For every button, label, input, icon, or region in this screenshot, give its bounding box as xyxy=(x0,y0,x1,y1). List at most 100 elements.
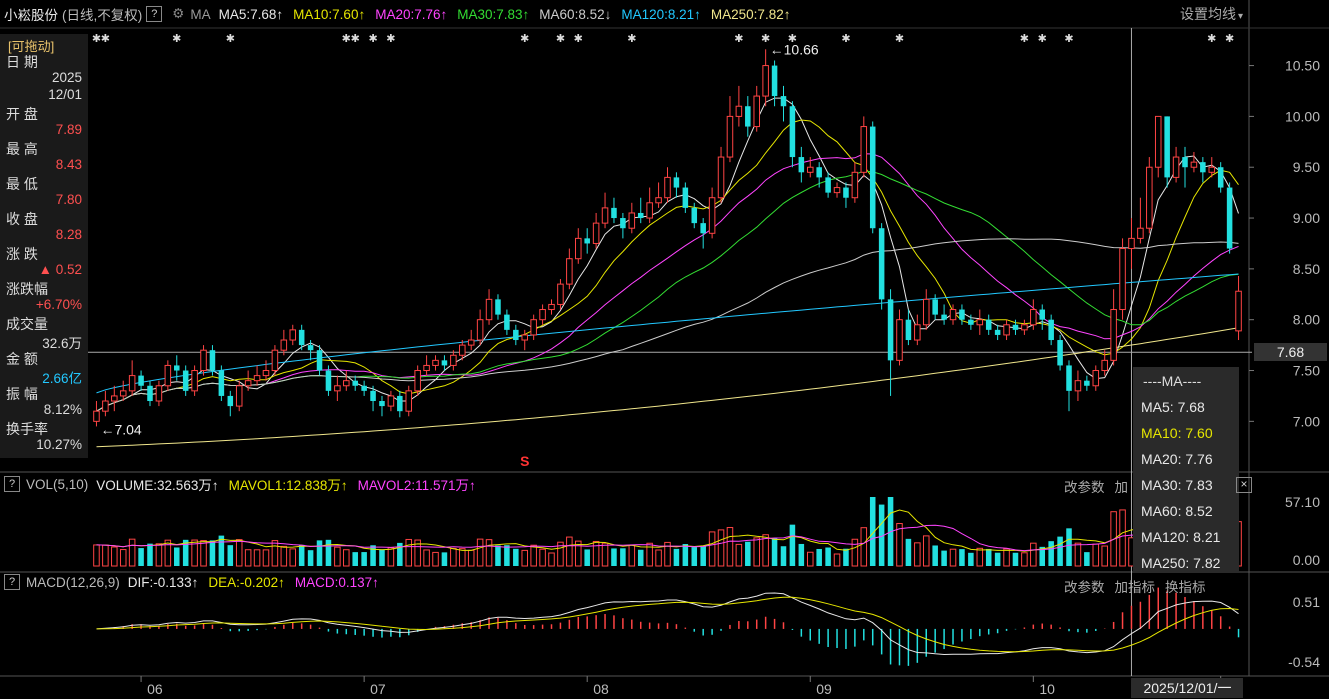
candle-body xyxy=(860,126,868,173)
volume-layer xyxy=(93,497,1242,567)
candle-body xyxy=(601,207,609,224)
macd-switch-button[interactable]: 换指标 xyxy=(1165,576,1206,596)
macd-help-button[interactable]: ? xyxy=(4,574,20,590)
candle-body xyxy=(753,95,760,128)
candle-body xyxy=(289,329,297,341)
volume-bar xyxy=(521,549,529,567)
ma-popup-row: MA10: 7.60 xyxy=(1141,425,1213,441)
volume-bar xyxy=(352,552,358,566)
candle-body xyxy=(102,400,109,412)
candle-body xyxy=(513,329,519,341)
volume-bar xyxy=(851,538,859,567)
candle-body xyxy=(147,385,153,402)
candle-body xyxy=(1119,248,1126,311)
candle-body xyxy=(244,380,252,387)
volume-buttons: 改参数 加 xyxy=(1064,476,1128,496)
vol-legend-item: MAVOL1:12.838万↑ xyxy=(228,478,348,493)
candle-body xyxy=(504,314,510,330)
candle-body xyxy=(1235,290,1242,332)
volume-close-button[interactable]: × xyxy=(1236,477,1252,493)
volume-bar xyxy=(914,542,921,567)
macd-axis-label: -0.54 xyxy=(1288,654,1320,670)
volume-bar xyxy=(620,548,626,566)
signal-star: ✱ xyxy=(574,33,583,45)
candle-body xyxy=(467,339,475,346)
candle-body xyxy=(111,395,118,402)
candle-body xyxy=(1146,166,1153,229)
turnover-value: 10.27% xyxy=(36,437,82,452)
candle-body xyxy=(397,395,403,412)
signal-star: ✱ xyxy=(1207,33,1216,45)
price-axis-label: 7.00 xyxy=(1293,413,1320,429)
candle-body xyxy=(620,218,626,229)
candle-body xyxy=(914,324,921,341)
candle-body xyxy=(119,390,127,397)
candle-body xyxy=(896,319,903,361)
candle-body xyxy=(1057,340,1063,366)
low-value: 7.80 xyxy=(55,192,82,207)
volume-bar xyxy=(485,539,493,567)
macd-add-button[interactable]: 加指标 xyxy=(1115,576,1156,596)
vol-legend-item: MAVOL2:11.571万↑ xyxy=(357,478,476,493)
high-value: 8.43 xyxy=(55,157,82,172)
volume-bar xyxy=(530,544,537,567)
volume-bar xyxy=(450,547,457,567)
candle-body xyxy=(414,370,421,392)
volume-bar xyxy=(941,550,947,566)
volume-legend-items: VOLUME:32.563万↑ MAVOL1:12.838万↑ MAVOL2:11.… xyxy=(96,474,485,494)
macd-params-button[interactable]: 改参数 xyxy=(1064,576,1105,596)
ma-popup-title: ----MA---- xyxy=(1143,373,1202,389)
volume-bar xyxy=(539,548,546,567)
volume-bar xyxy=(235,539,243,567)
volume-bar xyxy=(753,537,760,567)
sell-signal-marker: S xyxy=(520,453,529,469)
volume-bar xyxy=(1066,528,1072,566)
volume-bar xyxy=(387,547,395,567)
candle-body xyxy=(789,106,796,158)
volume-bar xyxy=(370,545,376,566)
volume-bar xyxy=(138,548,144,566)
candle-body xyxy=(209,350,216,371)
candle-body xyxy=(485,298,493,321)
candle-body xyxy=(423,364,430,372)
candle-body xyxy=(325,370,332,391)
volume-params-button[interactable]: 改参数 xyxy=(1064,476,1105,496)
volume-add-button[interactable]: 加 xyxy=(1115,476,1129,496)
info-panel[interactable]: [可拖动] 日 期 2025 12/01 开 盘 7.89 最 高 8.43 最… xyxy=(0,34,88,458)
amount-value: 2.66亿 xyxy=(42,371,82,386)
macd-layer xyxy=(96,587,1240,666)
volume-bar xyxy=(147,543,153,566)
volume-bar xyxy=(860,527,868,567)
candle-body xyxy=(1030,309,1037,326)
candle-body xyxy=(1101,359,1108,372)
candle-body xyxy=(1226,187,1233,249)
candle-body xyxy=(548,303,555,311)
ma-popup-row: MA5: 7.68 xyxy=(1141,399,1205,415)
candle-body xyxy=(530,319,537,336)
volume-bar xyxy=(262,549,270,567)
candle-body xyxy=(262,370,270,377)
volume-bar xyxy=(1101,545,1108,567)
volume-bar xyxy=(825,547,831,566)
high-label: 最 高 xyxy=(6,141,38,157)
macd-legend-items: DIF:-0.133↑ DEA:-0.202↑ MACD:0.137↑ xyxy=(128,575,389,590)
volume-bar xyxy=(316,540,323,566)
marks-layer: ←10.66←7.04S xyxy=(100,41,818,469)
amplitude-label: 振 幅 xyxy=(6,386,38,402)
volume-indicator-name[interactable]: VOL(5,10) xyxy=(26,477,88,492)
price-axis-label: 9.00 xyxy=(1293,210,1320,226)
volume-bar xyxy=(833,553,841,567)
volume-bar xyxy=(789,524,796,566)
price-axis-label: 7.50 xyxy=(1293,363,1320,379)
candle-body xyxy=(361,385,367,391)
candle-body xyxy=(825,177,831,193)
macd-indicator-name[interactable]: MACD(12,26,9) xyxy=(26,575,120,590)
volume-bar xyxy=(173,547,180,566)
volume-bar xyxy=(673,548,680,566)
volume-help-button[interactable]: ? xyxy=(4,476,20,492)
candle-body xyxy=(379,401,385,407)
candle-body xyxy=(405,390,413,412)
candle-body xyxy=(459,344,466,356)
macd-legend-item: DIF:-0.133↑ xyxy=(127,574,199,590)
volume-bar xyxy=(637,549,644,566)
